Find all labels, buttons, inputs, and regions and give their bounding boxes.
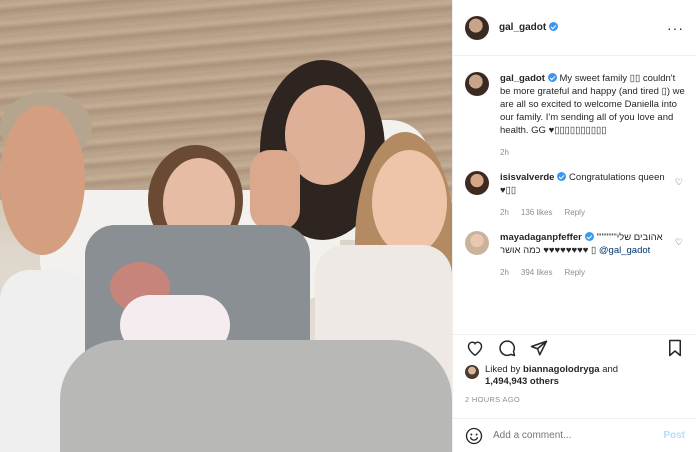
avatar[interactable] <box>465 365 479 379</box>
post-button[interactable]: Post <box>663 430 685 441</box>
likes-user[interactable]: biannagolodryga <box>523 364 600 375</box>
post-photo[interactable] <box>0 0 452 452</box>
header-username-text[interactable]: gal_gadot <box>499 22 546 33</box>
likes-summary: Liked by biannagolodryga and 1,494,943 o… <box>465 364 618 388</box>
comment-mention[interactable]: @gal_gadot <box>599 245 650 256</box>
list-item: mayadaganpfeffer אהובים שלי"""""" ♥♥♥♥♥♥… <box>453 219 696 279</box>
add-comment-input[interactable] <box>493 430 664 441</box>
comment-username[interactable]: mayadaganpfeffer <box>500 232 582 243</box>
likes-mid: and <box>599 364 619 375</box>
heart-icon[interactable]: ♡ <box>675 177 683 188</box>
verified-badge-icon <box>547 73 557 82</box>
person-face <box>0 105 85 255</box>
list-item: isisvalverde Congratulations queen ♥▯▯ 2… <box>453 159 696 219</box>
person-face <box>372 150 447 255</box>
avatar[interactable] <box>465 171 489 195</box>
header-username[interactable]: gal_gadot <box>499 22 559 33</box>
comment-icon[interactable] <box>497 338 517 358</box>
heart-icon[interactable] <box>465 338 485 358</box>
blanket <box>60 340 452 452</box>
verified-badge-icon <box>549 22 559 31</box>
caption: gal_gadot My sweet family ▯▯ couldn't be… <box>453 64 696 159</box>
ellipsis-icon[interactable]: ··· <box>667 20 684 36</box>
reply-button[interactable]: Reply <box>564 206 584 219</box>
avatar[interactable] <box>465 15 489 40</box>
comment-likes[interactable]: 394 likes <box>521 266 553 279</box>
bookmark-icon[interactable] <box>665 338 685 358</box>
likes-prefix: Liked by <box>485 364 524 375</box>
share-icon[interactable] <box>529 338 549 358</box>
comment-likes[interactable]: 136 likes <box>521 206 553 219</box>
post-header: gal_gadot ··· <box>453 0 696 56</box>
post-side-panel: gal_gadot ··· gal_gadot My sweet family … <box>452 0 696 452</box>
likes-count[interactable]: 1,494,943 others <box>485 376 559 387</box>
reply-button[interactable]: Reply <box>564 266 584 279</box>
verified-badge-icon <box>584 232 594 241</box>
comment-username[interactable]: isisvalverde <box>500 172 554 183</box>
post-timestamp[interactable]: 2 HOURS AGO <box>465 395 520 404</box>
verified-badge-icon <box>557 172 567 181</box>
comment-time[interactable]: 2h <box>500 206 509 219</box>
instagram-post-modal: gal_gadot ··· gal_gadot My sweet family … <box>0 0 696 452</box>
avatar[interactable] <box>465 231 489 255</box>
avatar[interactable] <box>465 72 489 96</box>
comments-list[interactable]: gal_gadot My sweet family ▯▯ couldn't be… <box>453 64 696 326</box>
heart-icon[interactable]: ♡ <box>675 237 683 248</box>
person-arm <box>250 150 300 230</box>
add-comment-bar: Post <box>453 418 696 452</box>
caption-username[interactable]: gal_gadot <box>500 73 545 84</box>
action-bar <box>453 334 696 360</box>
comment-time[interactable]: 2h <box>500 266 509 279</box>
emoji-icon[interactable] <box>465 427 483 445</box>
caption-time[interactable]: 2h <box>500 146 509 159</box>
